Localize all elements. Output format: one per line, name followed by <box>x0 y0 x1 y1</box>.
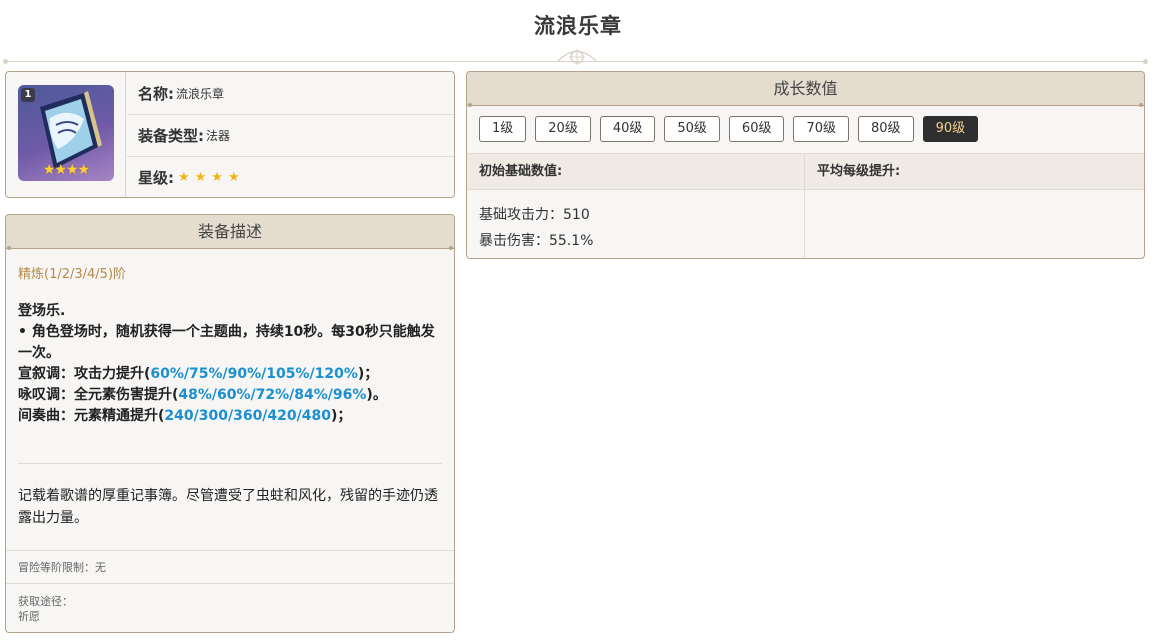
level-button-3[interactable]: 40级 <box>599 116 656 142</box>
name-value: 流浪乐章 <box>176 86 225 101</box>
type-label: 装备类型: <box>138 127 204 145</box>
level-button-4[interactable]: 50级 <box>664 116 720 142</box>
skill-line-2-suffix: )； <box>357 366 379 382</box>
stat-crit-dmg: 暴击伤害：55.1% <box>479 233 594 249</box>
refine-badge: 1 <box>21 88 35 102</box>
rank-limit: 冒险等阶限制：无 <box>6 550 454 584</box>
page-title: 流浪乐章 <box>534 14 622 38</box>
base-stats-cell: 基础攻击力：510 暴击伤害：55.1% <box>467 190 805 258</box>
source-value: 祈愿 <box>18 610 40 623</box>
ornament-icon <box>557 49 597 65</box>
skill-line-2-prefix: 宣叙调：攻击力提升( <box>18 366 151 382</box>
level-selector: 1级 20级 40级 50级 60级 70级 80级 90级 <box>479 116 979 142</box>
skill-line-3: 咏叹调：全元素伤害提升(48%/60%/72%/84%/96%)。 <box>18 385 444 406</box>
skill-line-3-suffix: )。 <box>366 387 387 403</box>
level-button-1[interactable]: 1级 <box>479 116 527 142</box>
level-button-7[interactable]: 80级 <box>858 116 914 142</box>
weapon-book-icon: 1 ★★★★ <box>18 85 114 181</box>
weapon-icon-cell: 1 ★★★★ <box>6 72 126 197</box>
source-row: 获取途径： 祈愿 <box>6 583 454 632</box>
type-row: 装备类型: 法器 <box>127 114 454 156</box>
type-value: 法器 <box>206 129 231 143</box>
name-label: 名称: <box>138 84 174 103</box>
description-card: 装备描述 精炼(1/2/3/4/5)阶 登场乐. • 角色登场时，随机获得一个主… <box>5 214 455 633</box>
name-row: 名称: 流浪乐章 <box>127 72 454 114</box>
source-label: 获取途径： <box>18 595 73 608</box>
skill-line-4-suffix: )； <box>330 408 352 424</box>
skill-line-1: • 角色登场时，随机获得一个主题曲，持续10秒。每30秒只能触发一次。 <box>18 324 435 361</box>
skill-line-2: 宣叙调：攻击力提升(60%/75%/90%/105%/120%)； <box>18 364 444 385</box>
stat-table: 初始基础数值: 平均每级提升: 基础攻击力：510 暴击伤害：55.1% <box>467 153 1144 258</box>
per-level-cell <box>805 190 1144 258</box>
skill-line-4: 间奏曲：元素精通提升(240/300/360/420/480)； <box>18 406 444 427</box>
col-base-header: 初始基础数值: <box>467 154 805 189</box>
skill-line-4-prefix: 间奏曲：元素精通提升( <box>18 408 165 424</box>
skill-line-4-values: 240/300/360/420/480 <box>164 408 331 424</box>
refine-title: 精炼(1/2/3/4/5)阶 <box>18 267 127 282</box>
title-divider <box>3 59 1148 64</box>
weapon-info-card: 1 ★★★★ 名称: 流浪乐章 装备类型: 法器 星级: ★★★★ <box>5 71 455 198</box>
rarity-label: 星级: <box>138 169 174 187</box>
skill-line-2-values: 60%/75%/90%/105%/120% <box>150 366 358 382</box>
col-per-level-header: 平均每级提升: <box>817 164 901 179</box>
rarity-stars: ★★★★ <box>178 170 245 185</box>
skill-name: 登场乐. <box>18 303 66 319</box>
skill-description: 登场乐. • 角色登场时，随机获得一个主题曲，持续10秒。每30秒只能触发一次。… <box>18 301 444 427</box>
lore-text: 记载着歌谱的厚重记事簿。尽管遭受了虫蛀和风化，残留的手迹仍透露出力量。 <box>18 488 438 526</box>
level-button-5[interactable]: 60级 <box>728 116 785 142</box>
description-divider <box>18 463 442 464</box>
level-button-8[interactable]: 90级 <box>922 116 979 142</box>
level-button-6[interactable]: 70级 <box>793 116 850 142</box>
level-button-2[interactable]: 20级 <box>535 116 591 142</box>
description-header: 装备描述 <box>6 215 454 250</box>
skill-line-3-values: 48%/60%/72%/84%/96% <box>178 387 367 403</box>
stat-table-body: 基础攻击力：510 暴击伤害：55.1% <box>467 190 1144 258</box>
stat-table-header: 初始基础数值: 平均每级提升: <box>467 154 1144 190</box>
skill-line-3-prefix: 咏叹调：全元素伤害提升( <box>18 387 179 403</box>
icon-rarity-stars: ★★★★ <box>42 162 90 178</box>
rarity-row: 星级: ★★★★ <box>127 156 454 197</box>
stat-base-atk: 基础攻击力：510 <box>479 207 590 223</box>
growth-header: 成长数值 <box>467 72 1144 107</box>
growth-card: 成长数值 1级 20级 40级 50级 60级 70级 80级 90级 初始基础数值: 平均每… <box>466 71 1145 259</box>
